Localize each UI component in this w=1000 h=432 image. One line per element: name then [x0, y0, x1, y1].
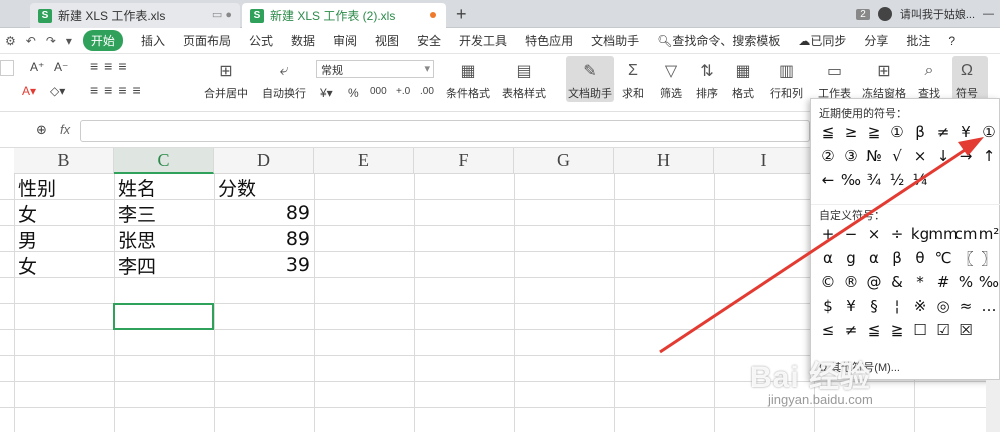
baidu-watermark-url: jingyan.baidu.com: [768, 392, 873, 407]
baidu-watermark-logo: Bai 经验: [750, 361, 872, 394]
